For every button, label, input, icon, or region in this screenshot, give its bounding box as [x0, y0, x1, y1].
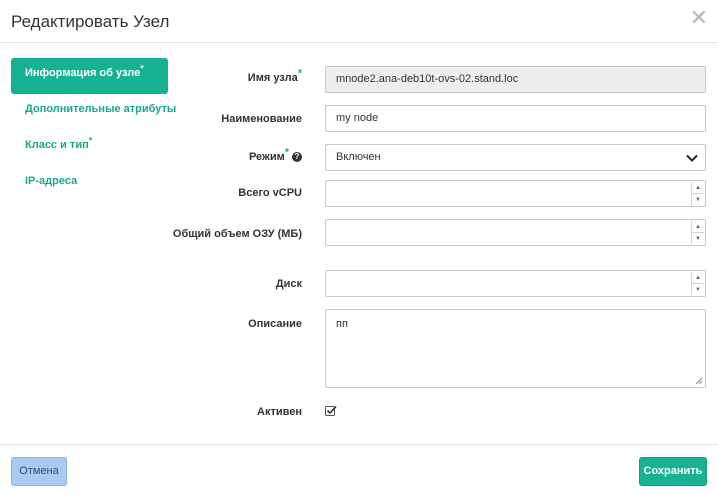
ram-label: Общий объем ОЗУ (МБ) — [172, 228, 302, 240]
disk-spinner: ▲ ▼ — [691, 272, 704, 295]
description-label: Описание — [248, 318, 302, 330]
dialog-title: Редактировать Узел — [11, 12, 170, 31]
spin-down-icon[interactable]: ▼ — [692, 194, 704, 206]
resize-handle-icon[interactable] — [695, 377, 703, 385]
close-icon[interactable]: ✕ — [690, 8, 708, 30]
spin-down-icon[interactable]: ▼ — [692, 233, 704, 245]
ram-input[interactable]: ▲ ▼ — [325, 219, 706, 246]
cancel-button[interactable]: Отмена — [11, 457, 67, 486]
node-name-field: mnode2.ana-deb10t-ovs-02.stand.loc — [325, 66, 706, 93]
active-label: Активен — [257, 406, 302, 418]
disk-label: Диск — [275, 278, 302, 290]
mode-label: Режим*? — [122, 147, 302, 163]
vcpu-input[interactable]: ▲ ▼ — [325, 180, 706, 207]
display-name-label: Наименование — [221, 113, 302, 125]
spin-up-icon[interactable]: ▲ — [692, 272, 704, 284]
required-mark: * — [284, 146, 289, 159]
vcpu-label: Всего vCPU — [238, 187, 302, 199]
mode-label-text: Режим — [248, 151, 285, 163]
vcpu-spinner: ▲ ▼ — [691, 182, 704, 205]
active-checkbox[interactable] — [325, 405, 337, 417]
ram-spinner: ▲ ▼ — [691, 221, 704, 244]
spin-up-icon[interactable]: ▲ — [692, 182, 704, 194]
mode-selected-value: Включен — [336, 151, 381, 163]
spin-down-icon[interactable]: ▼ — [692, 284, 704, 296]
chevron-down-icon — [686, 154, 698, 162]
dialog-header: Редактировать Узел ✕ — [0, 0, 718, 43]
dialog-footer: Отмена Сохранить — [0, 444, 718, 495]
disk-input[interactable]: ▲ ▼ — [325, 270, 706, 297]
sidebar-item-label: Класс и тип — [25, 139, 89, 151]
node-name-label-text: Имя узла — [247, 72, 298, 84]
sidebar-item-label: IP-адреса — [25, 175, 78, 187]
mode-select[interactable]: Включен — [325, 144, 706, 171]
description-textarea[interactable]: пп — [325, 309, 706, 388]
spin-up-icon[interactable]: ▲ — [692, 221, 704, 233]
save-button[interactable]: Сохранить — [639, 457, 707, 486]
description-value: пп — [336, 318, 348, 330]
node-name-label: Имя узла* — [122, 68, 302, 84]
required-mark: * — [297, 67, 302, 80]
required-mark: * — [88, 135, 93, 146]
display-name-input[interactable]: my node — [325, 105, 706, 132]
help-icon[interactable]: ? — [292, 152, 302, 162]
